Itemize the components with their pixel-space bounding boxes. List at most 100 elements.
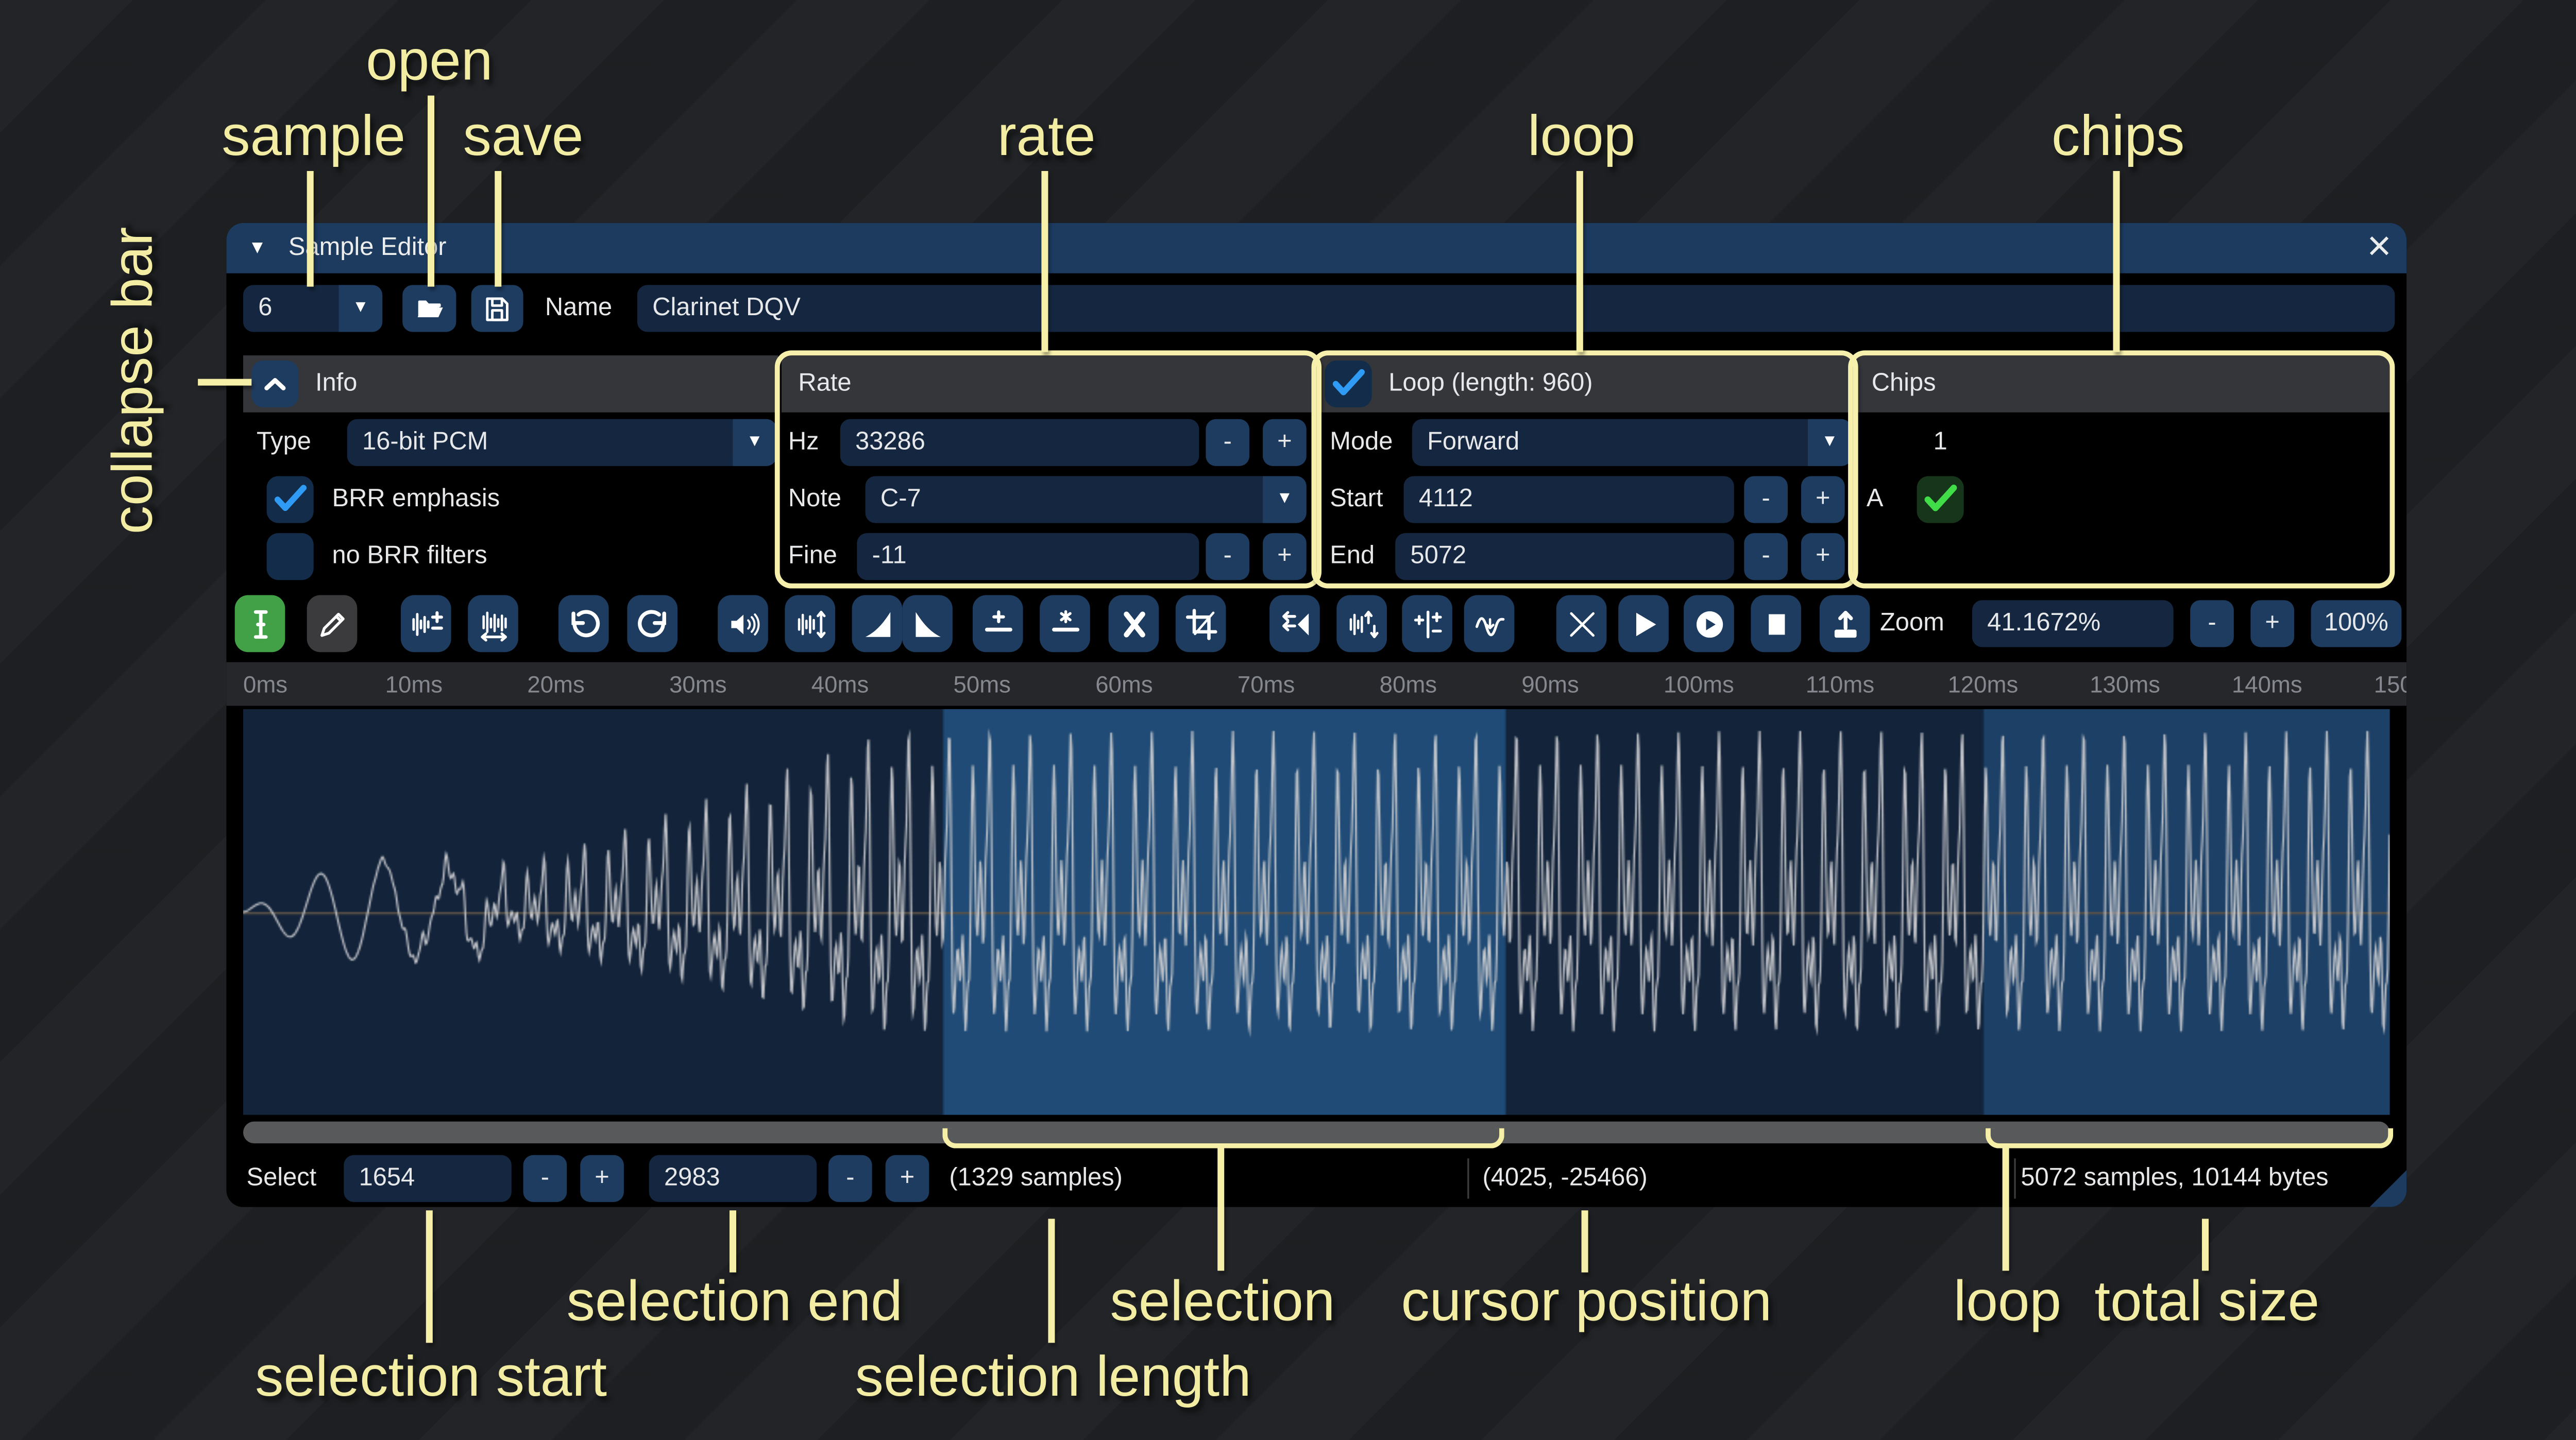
fade-out-button[interactable] [902,595,953,653]
timeline-tick-label: 20ms [527,662,584,706]
normalize-button[interactable] [785,595,835,653]
preview-sample-button[interactable] [1618,595,1669,653]
timeline-tick-label: 90ms [1521,662,1579,706]
type-label: Type [257,419,311,466]
timeline-tick-label: 60ms [1095,662,1153,706]
rate-annotation-line [1041,171,1047,352]
name-label: Name [545,285,612,332]
timeline-tick-label: 30ms [669,662,726,706]
resample-button[interactable] [468,595,518,653]
preview-portion-button[interactable] [1684,595,1734,653]
annotation-selection-end: selection end [567,1270,903,1335]
selection-start-field[interactable]: 1654 [344,1155,512,1202]
chips-annotation-line [2113,171,2119,352]
zoom-out-button[interactable]: - [2190,600,2234,647]
total-size-text: 5072 samples, 10144 bytes [2021,1155,2328,1202]
save-button[interactable] [471,285,523,332]
zoom-in-button[interactable]: + [2250,600,2294,647]
cursor-position-annotation-line [1582,1210,1587,1272]
make-wavetable-button[interactable] [1820,595,1870,653]
selection-start-minus-button[interactable]: - [523,1155,567,1202]
crossfade-icon [1564,606,1599,641]
wave-plus-icon [409,606,444,641]
info-section-title: Info [315,361,357,407]
selection-end-plus-button[interactable]: + [886,1155,929,1202]
open-button[interactable] [402,285,456,332]
wave-stretch-icon [476,606,511,641]
selection-annotation-bracket [942,1128,1504,1148]
silence-insert-icon [980,606,1015,641]
selection-end-minus-button[interactable]: - [828,1155,872,1202]
annotation-sample: sample [222,105,405,170]
sample-selector[interactable]: 6 ▼ [243,285,382,332]
name-field[interactable]: Clarinet DQV [637,285,2395,332]
timeline-tick-label: 120ms [1947,662,2018,706]
close-button[interactable]: × [2367,223,2392,273]
sample-selector-value: 6 [258,285,272,332]
no-brr-filters-checkbox[interactable] [267,533,314,580]
window-collapse-triangle-icon[interactable]: ▼ [248,223,266,273]
loop-annotation-bracket [1986,1128,2393,1148]
brr-emphasis-label: BRR emphasis [332,476,500,523]
apply-filter-button[interactable] [1464,595,1515,653]
annotation-selection: selection [1110,1270,1335,1335]
zoom-label: Zoom [1880,600,1944,647]
timeline-tick-label: 0ms [243,662,287,706]
edit-mode-select-button[interactable] [235,595,285,653]
brr-emphasis-checkbox[interactable] [267,476,314,523]
timeline-ruler[interactable]: 0ms10ms20ms30ms40ms50ms60ms70ms80ms90ms1… [226,662,2406,706]
selection-start-plus-button[interactable]: + [580,1155,624,1202]
signed-unsigned-button[interactable] [1402,595,1452,653]
timeline-tick-label: 140ms [2232,662,2302,706]
apply-silence-button[interactable] [1040,595,1090,653]
redo-button[interactable] [627,595,677,653]
chips-annotation-outline [1848,350,2395,588]
titlebar[interactable]: ▼ Sample Editor × [226,223,2406,273]
selection-length-annotation-line [1048,1219,1054,1343]
zoom-field[interactable]: 41.1672% [1972,600,2174,647]
open-annotation-line [428,96,433,287]
annotation-loop-top: loop [1528,105,1635,170]
invert-button[interactable] [1336,595,1387,653]
save-annotation-line [495,171,500,287]
window-resize-grip[interactable] [2369,1170,2406,1207]
reverse-button[interactable] [1269,595,1320,653]
fade-in-button[interactable] [852,595,903,653]
statusbar-divider [2014,1158,2015,1198]
crossfade-loop-points-button[interactable] [1556,595,1607,653]
stop-preview-button[interactable] [1751,595,1801,653]
wave-normalize-icon [792,606,827,641]
filter-icon [1471,606,1506,641]
chevron-down-icon[interactable]: ▼ [733,419,776,466]
annotation-save: save [463,105,584,170]
undo-button[interactable] [558,595,609,653]
trim-button[interactable] [1176,595,1226,653]
timeline-tick-label: 130ms [2090,662,2160,706]
collapse-bar-button[interactable] [251,361,298,407]
stop-icon [1758,606,1793,641]
amplify-button[interactable] [718,595,768,653]
annotation-loop-bottom: loop [1954,1270,2061,1335]
annotation-collapse-bar: collapse bar [101,227,167,535]
annotation-cursor-position: cursor position [1401,1270,1772,1335]
speaker-icon [725,606,760,641]
type-combo[interactable]: 16-bit PCM ▼ [347,419,776,466]
timeline-tick-label: 110ms [1806,662,1874,706]
floppy-save-icon [481,293,513,324]
select-label: Select [246,1155,316,1202]
chevron-down-icon[interactable]: ▼ [339,285,383,332]
edit-mode-draw-button[interactable] [307,595,358,653]
delete-button[interactable] [1109,595,1159,653]
fade-out-icon [910,606,945,641]
type-combo-value: 16-bit PCM [362,419,488,466]
selection-length-text: (1329 samples) [949,1155,1123,1202]
play-circle-icon [1691,606,1726,641]
waveform-canvas[interactable] [243,709,2390,1115]
annotation-rate: rate [997,105,1096,170]
selection-end-field[interactable]: 2983 [649,1155,817,1202]
annotation-chips: chips [2052,105,2184,170]
insert-silence-button[interactable] [973,595,1023,653]
undo-icon [566,606,601,641]
resize-button[interactable] [401,595,451,653]
zoom-reset-button[interactable]: 100% [2311,600,2402,647]
